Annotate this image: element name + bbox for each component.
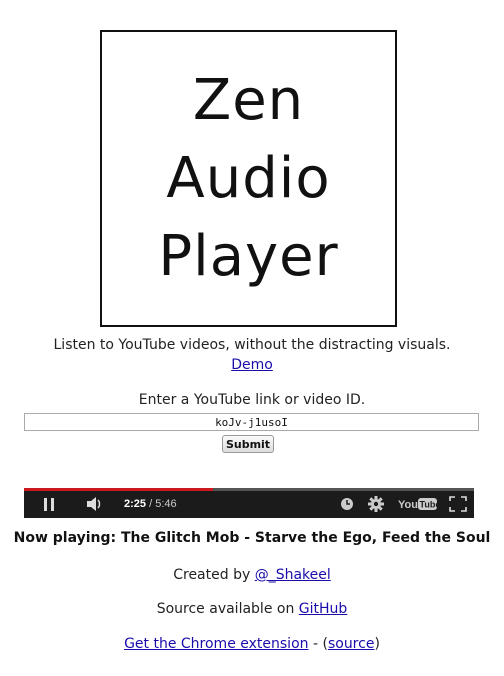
twitter-link[interactable]: @_Shakeel (255, 567, 331, 583)
fullscreen-icon[interactable] (448, 496, 468, 512)
logo-line-audio: Audio (166, 145, 331, 211)
current-time: 2:25 (124, 498, 147, 510)
progress-fill (24, 488, 213, 491)
extension-line: Get the Chrome extension - (source) (0, 636, 504, 652)
youtube-player[interactable]: 2:25 / 5:46 You Tube (24, 488, 474, 518)
submit-button[interactable]: Submit (222, 435, 274, 453)
close-paren: ) (374, 636, 380, 652)
watch-later-icon[interactable] (340, 496, 354, 512)
now-playing: Now playing: The Glitch Mob - Starve the… (13, 530, 491, 546)
svg-text:Tube: Tube (420, 500, 439, 510)
logo: Zen Audio Player (100, 30, 397, 327)
video-id-input[interactable] (24, 413, 479, 431)
pause-icon[interactable] (42, 496, 56, 512)
svg-text:You: You (398, 499, 418, 511)
tagline: Listen to YouTube videos, without the di… (53, 337, 451, 353)
demo-link[interactable]: Demo (231, 357, 273, 373)
logo-line-player: Player (158, 223, 339, 289)
source-line: Source available on GitHub (0, 601, 504, 617)
demo-row: Demo (0, 357, 504, 373)
input-prompt: Enter a YouTube link or video ID. (138, 392, 366, 408)
chrome-extension-link[interactable]: Get the Chrome extension (124, 636, 308, 652)
credit-prefix: Created by (173, 567, 251, 583)
settings-gear-icon[interactable] (367, 496, 385, 512)
extension-separator: - (312, 636, 319, 652)
time-separator: / (149, 498, 153, 510)
github-link[interactable]: GitHub (299, 601, 348, 617)
time-display: 2:25 / 5:46 (124, 496, 177, 512)
logo-line-zen: Zen (192, 67, 305, 133)
youtube-logo-icon[interactable]: You Tube (397, 496, 439, 512)
credit-line: Created by @_Shakeel (0, 567, 504, 583)
extension-source-link[interactable]: source (328, 636, 375, 652)
volume-icon[interactable] (86, 496, 104, 512)
source-prefix: Source available on (156, 601, 295, 617)
duration: 5:46 (155, 498, 177, 510)
progress-bar[interactable] (24, 488, 474, 491)
